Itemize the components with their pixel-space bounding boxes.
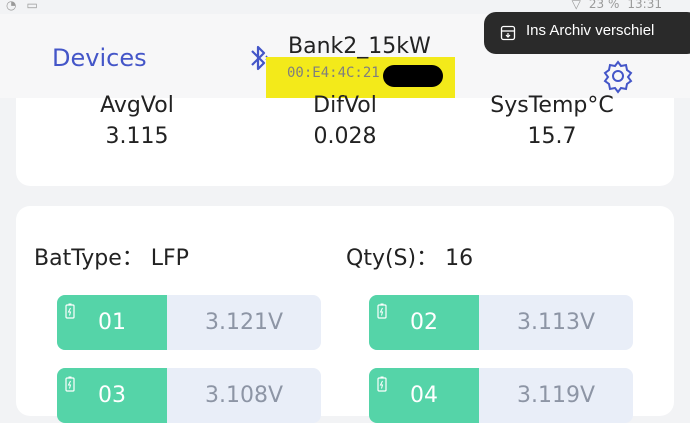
device-mac: 00:E4:4C:21	[287, 65, 380, 81]
battery-icon	[65, 303, 75, 319]
cell-tile[interactable]: 01 3.121V	[57, 295, 321, 350]
cell-tile[interactable]: 03 3.108V	[57, 368, 321, 423]
device-name: Bank2_15kW	[288, 34, 431, 59]
summary-card: AvgVol 3.115 DifVol 0.028 SysTemp°C 15.7	[16, 93, 674, 186]
stat-label: DifVol	[313, 93, 377, 118]
gear-icon[interactable]	[600, 58, 636, 94]
battery-icon	[377, 303, 387, 319]
cell-voltage: 3.113V	[516, 310, 596, 335]
stat-value: 0.028	[313, 124, 377, 149]
cell-voltage: 3.108V	[204, 383, 284, 408]
whatsapp-icon: ◔	[6, 0, 17, 12]
wifi-icon: ▽	[571, 0, 581, 11]
notification-icons: ◔ ▭	[6, 0, 38, 12]
diff-voltage-stat: DifVol 0.028	[245, 93, 445, 149]
status-right: ▽ 23 % 13:31	[572, 0, 662, 11]
stat-value: 3.115	[105, 124, 169, 149]
stat-value: 15.7	[527, 124, 577, 149]
stat-label: AvgVol	[100, 93, 174, 118]
archive-icon	[500, 25, 516, 41]
cell-voltage: 3.121V	[204, 310, 284, 335]
cell-tile[interactable]: 04 3.119V	[369, 368, 633, 423]
stat-label: SysTemp°C	[490, 93, 614, 118]
battery-type: BatType： LFP	[34, 246, 189, 271]
battery-icon	[377, 376, 387, 392]
cells-card: BatType： LFP Qty(S)： 16 01 3.121V 02 3.1…	[16, 206, 674, 423]
cell-tile[interactable]: 02 3.113V	[369, 295, 633, 350]
toast-text: Ins Archiv verschiel	[526, 22, 655, 39]
message-icon: ▭	[26, 0, 38, 12]
cell-quantity: Qty(S)： 16	[346, 246, 474, 271]
cell-voltage: 3.119V	[516, 383, 596, 408]
system-temp-stat: SysTemp°C 15.7	[452, 93, 652, 149]
avg-voltage-stat: AvgVol 3.115	[37, 93, 237, 149]
battery-icon	[65, 376, 75, 392]
clock: 13:31	[627, 0, 662, 11]
devices-back-link[interactable]: Devices	[52, 44, 147, 72]
archive-toast[interactable]: Ins Archiv verschiel	[484, 12, 690, 54]
redaction-mark	[383, 65, 443, 87]
battery-percent: 23 %	[588, 0, 620, 11]
